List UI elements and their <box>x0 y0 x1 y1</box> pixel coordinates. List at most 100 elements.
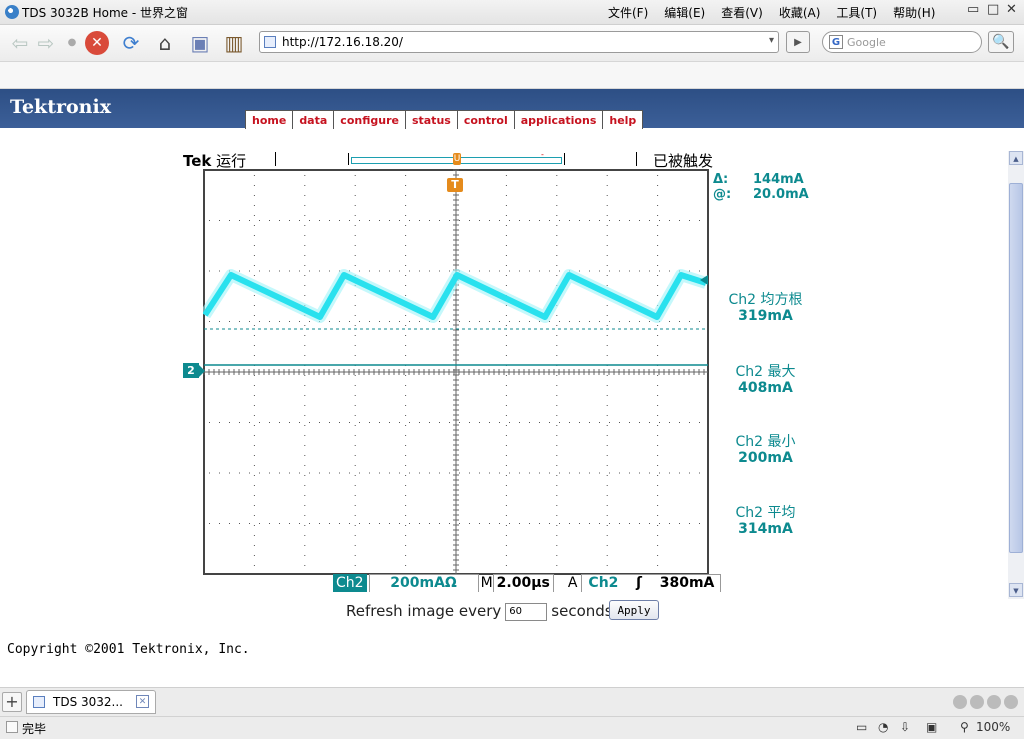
menu-file[interactable]: 文件(F) <box>608 4 648 21</box>
grid-dot <box>629 270 630 272</box>
grid-dot <box>629 422 630 423</box>
minimize-button[interactable]: ▭ <box>967 2 979 17</box>
grid-dot <box>505 465 507 466</box>
refresh-icon[interactable]: ⟳ <box>119 31 143 55</box>
trigger-source: Ch2 <box>588 575 619 591</box>
zoom-icon[interactable]: ⚲ <box>960 720 969 734</box>
grid-dot <box>253 515 255 516</box>
nav-applications[interactable]: applications <box>513 110 604 129</box>
zoom-level[interactable]: 100% <box>976 720 1010 734</box>
grid-dot <box>606 335 608 336</box>
grid-dot <box>657 525 659 526</box>
nav-control[interactable]: control <box>456 110 515 129</box>
grid-dot <box>505 485 507 486</box>
grid-dot <box>556 425 558 426</box>
grid-dot <box>389 270 390 272</box>
address-url[interactable]: http://172.16.18.20/ <box>282 35 403 49</box>
nav-home[interactable]: home <box>245 110 294 129</box>
grid-dot <box>269 523 270 524</box>
tab-list-icon[interactable] <box>953 695 967 709</box>
grid-dot <box>479 523 480 524</box>
forward-arrow-icon[interactable]: ⇨ <box>34 31 58 55</box>
grid-dot <box>579 220 580 221</box>
grid-dot <box>449 523 450 524</box>
grid-dot <box>219 321 220 322</box>
grid-dot <box>657 215 659 216</box>
address-dropdown-icon[interactable]: ▾ <box>769 35 774 46</box>
grid-dot <box>399 523 400 524</box>
menu-tools[interactable]: 工具(T) <box>836 4 877 21</box>
grid-dot <box>349 422 350 423</box>
grid-dot <box>659 220 660 221</box>
grid-dot <box>405 355 407 356</box>
scrollbar-thumb[interactable] <box>1009 183 1023 553</box>
grid-dot <box>505 475 507 476</box>
speed-icon[interactable]: ◔ <box>878 720 888 734</box>
grid-dot <box>619 472 620 474</box>
window-title-bar: TDS 3032B Home - 世界之窗 文件(F) 编辑(E) 查看(V) … <box>0 0 1024 25</box>
nav-data[interactable]: data <box>292 110 335 129</box>
ad-block-icon[interactable]: ▭ <box>856 720 867 734</box>
back-arrow-icon[interactable]: ⇦ <box>8 31 32 55</box>
tab-close-icon[interactable]: ✕ <box>136 695 149 708</box>
grid-dot <box>619 220 620 221</box>
go-button[interactable]: ▶ <box>786 31 810 53</box>
grid-dot <box>405 455 407 456</box>
grid-dot <box>556 265 558 266</box>
search-box[interactable]: G Google <box>822 31 982 53</box>
scroll-up-icon[interactable]: ▲ <box>1009 151 1023 165</box>
maximize-button[interactable]: □ <box>987 2 999 17</box>
grid-dot <box>309 270 310 272</box>
nav-configure[interactable]: configure <box>333 110 406 129</box>
grid-dot <box>669 220 670 221</box>
tab-scroll-left-icon[interactable] <box>970 695 984 709</box>
page-scrollbar[interactable]: ▲ ▼ <box>1008 151 1024 599</box>
new-tab-button[interactable]: + <box>2 692 22 712</box>
grid-dot <box>359 220 360 221</box>
grid-dot <box>505 335 507 336</box>
scope-bottom-status: Ch2 200mAΩ M 2.00µs A Ch2 ʃ 380mA <box>333 574 722 594</box>
google-icon[interactable]: G <box>829 35 843 49</box>
history-icon[interactable]: ▣ <box>188 31 212 55</box>
tab-tds3032[interactable]: TDS 3032... ✕ <box>26 690 156 714</box>
grid-dot <box>556 395 558 396</box>
grid-dot <box>405 475 407 476</box>
grid-dot <box>579 270 580 272</box>
grid-dot <box>304 455 306 456</box>
menu-help[interactable]: 帮助(H) <box>893 4 935 21</box>
grid-dot <box>253 335 255 336</box>
grid-dot <box>405 195 407 196</box>
record-position-bar: U - <box>348 150 565 165</box>
menu-edit[interactable]: 编辑(E) <box>664 4 705 21</box>
refresh-interval-input[interactable] <box>505 602 548 621</box>
tab-scroll-right-icon[interactable] <box>987 695 1001 709</box>
close-window-button[interactable]: ✕ <box>1006 2 1017 17</box>
measurement-label: Ch2 均方根 <box>728 292 803 308</box>
tab-title[interactable]: TDS 3032... <box>53 695 123 709</box>
menu-favorites[interactable]: 收藏(A) <box>779 4 821 21</box>
security-icon[interactable]: ▣ <box>926 720 937 734</box>
grid-dot <box>405 565 407 566</box>
nav-status[interactable]: status <box>404 110 458 129</box>
apply-button[interactable]: Apply <box>609 600 659 620</box>
scope-top-status: Tek 运行 U - 已被触发 <box>183 150 713 170</box>
download-icon[interactable]: ⇩ <box>900 720 910 734</box>
home-icon[interactable]: ⌂ <box>153 31 177 55</box>
grid-dot <box>259 270 260 272</box>
stop-icon[interactable]: ✕ <box>85 31 109 55</box>
grid-dot <box>253 445 255 446</box>
status-bar: 完毕 ▭ ◔ ⇩ ▣ ⚲ 100% <box>0 716 1024 739</box>
address-bar[interactable]: http://172.16.18.20/ ▾ <box>259 31 779 53</box>
bookmarks-icon[interactable]: ▥ <box>222 31 246 55</box>
grid-dot <box>354 235 356 236</box>
search-icon[interactable]: 🔍 <box>988 31 1014 53</box>
scroll-down-icon[interactable]: ▼ <box>1009 583 1023 597</box>
grid-dot <box>405 515 407 516</box>
grid-dot <box>509 321 510 322</box>
tab-close-all-icon[interactable] <box>1004 695 1018 709</box>
menu-view[interactable]: 查看(V) <box>721 4 763 21</box>
history-dropdown-icon[interactable]: ● <box>60 31 84 55</box>
grid-dot <box>589 422 590 423</box>
grid-dot <box>359 472 360 474</box>
nav-help[interactable]: help <box>602 110 644 129</box>
